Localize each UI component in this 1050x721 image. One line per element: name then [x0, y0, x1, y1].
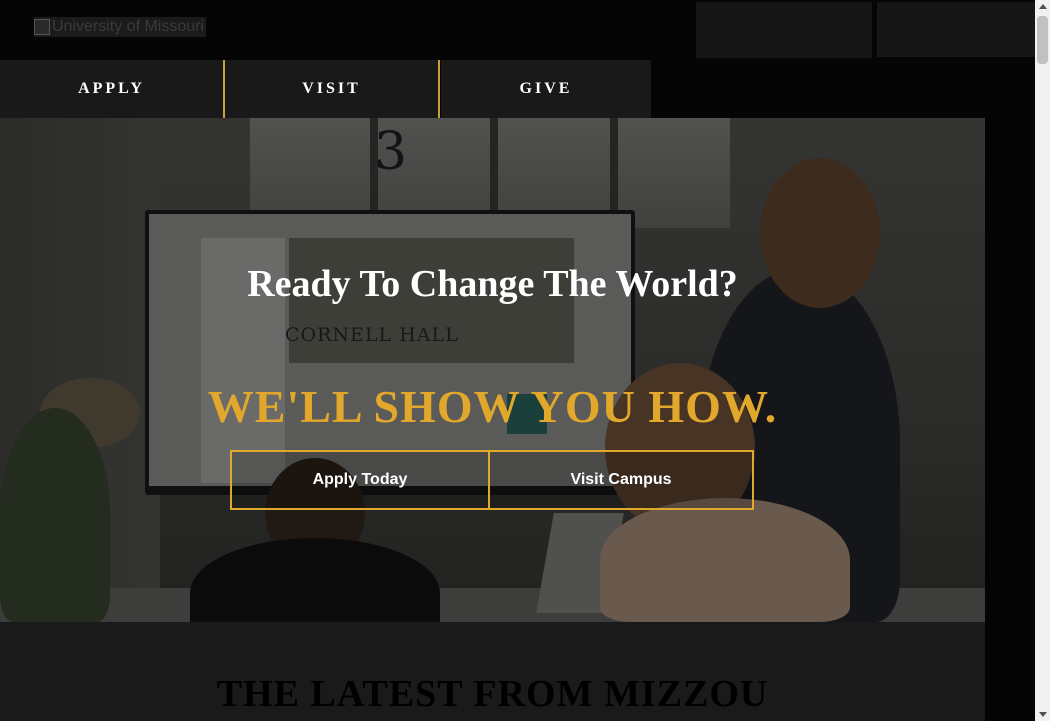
- latest-news-section: THE LATEST FROM MIZZOU: [0, 622, 985, 721]
- main-nav: APPLY VISIT GIVE: [0, 60, 1035, 118]
- nav-visit[interactable]: VISIT: [225, 60, 438, 118]
- hero-subtitle: WE'LL SHOW YOU HOW.: [207, 381, 778, 432]
- scroll-down-arrow-icon[interactable]: [1039, 712, 1047, 717]
- page-right-margin: [985, 118, 1035, 721]
- hero-banner: 3 CORNELL HALL Ready To Change The World…: [0, 118, 985, 622]
- header-button-1[interactable]: [696, 2, 872, 58]
- hero-overlay: [0, 118, 985, 622]
- nav-give[interactable]: GIVE: [441, 60, 651, 118]
- nav-apply[interactable]: APPLY: [0, 60, 223, 118]
- visit-campus-button[interactable]: Visit Campus: [488, 450, 754, 510]
- vertical-scrollbar[interactable]: [1035, 0, 1050, 721]
- scroll-up-arrow-icon[interactable]: [1039, 4, 1047, 9]
- logo-alt-text: University of Missouri: [52, 18, 205, 35]
- header-button-2[interactable]: [877, 2, 1035, 57]
- hero-title: Ready To Change The World?: [247, 263, 738, 305]
- scroll-thumb[interactable]: [1037, 16, 1048, 64]
- top-bar: University of Missouri: [0, 0, 1035, 60]
- latest-news-heading: THE LATEST FROM MIZZOU: [216, 673, 769, 715]
- nav-divider: [438, 60, 440, 118]
- apply-today-button[interactable]: Apply Today: [230, 450, 490, 510]
- page: University of Missouri APPLY VISIT GIVE …: [0, 0, 1035, 721]
- broken-image-icon: [34, 19, 50, 35]
- university-logo-link[interactable]: University of Missouri: [34, 17, 207, 37]
